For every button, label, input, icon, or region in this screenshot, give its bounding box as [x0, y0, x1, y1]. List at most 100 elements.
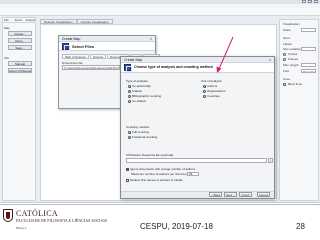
option-co-citation[interactable]: Co-citation — [128, 99, 146, 103]
maximize-icon[interactable] — [308, 0, 312, 3]
ignore-documents-option[interactable]: Ignore documents with a large number of … — [126, 167, 195, 171]
right-panel: Visualization Scale Items Labels Size va… — [279, 19, 319, 201]
reduce-first-names-checkbox[interactable] — [126, 178, 129, 182]
font-select[interactable]: Open Sans — [301, 69, 316, 73]
countries-label: Countries — [207, 94, 220, 98]
counting-method-label: Counting method: — [126, 125, 150, 129]
countries-radio[interactable] — [203, 94, 206, 98]
open-map-button[interactable]: Open... — [8, 38, 32, 43]
organizations-label: Organizations — [207, 89, 226, 93]
cancel-button[interactable]: Cancel — [257, 192, 270, 197]
footer-divider — [0, 204, 320, 205]
co-authorship-label: Co-authorship — [132, 84, 151, 88]
left-panel: File Items Analysis Map Create... Open..… — [2, 17, 36, 201]
folder-icon[interactable]: … — [268, 158, 273, 163]
logo-title: CATÓLICA — [16, 209, 58, 218]
frames-radio[interactable] — [283, 58, 286, 61]
organizations-radio[interactable] — [203, 89, 206, 93]
circles-label: Circles — [288, 52, 298, 56]
close-window-icon[interactable] — [314, 0, 318, 3]
bend-lines-label: Bend lines — [288, 82, 303, 86]
tab-file[interactable]: File — [3, 18, 14, 22]
option-fractional-counting[interactable]: Fractional counting — [128, 135, 157, 139]
thesaurus-file-input[interactable] — [126, 158, 267, 163]
dialog-header: Choose type of analysis and counting met… — [121, 63, 274, 73]
about-button[interactable]: About VOSviewer — [8, 68, 32, 73]
minimize-icon[interactable] — [302, 0, 306, 3]
next-button[interactable]: Next > — [224, 192, 237, 197]
dimensions-file-input[interactable]: C:\Users\Documents\Dimensions\2019-07-18… — [62, 65, 120, 70]
tab-items[interactable]: Items — [14, 18, 25, 22]
co-citation-label: Co-citation — [132, 99, 147, 103]
vosviewer-logo-icon — [62, 43, 70, 51]
scale-label: Scale — [283, 28, 291, 32]
items-label: Items — [283, 36, 291, 40]
catolica-logo-icon — [3, 209, 13, 222]
full-counting-label: Full counting — [132, 130, 150, 134]
bibliographic-coupling-radio[interactable] — [128, 94, 131, 98]
authors-label: Authors — [207, 84, 218, 88]
frames-label: Frames — [288, 57, 299, 61]
finish-button[interactable]: Finish — [239, 192, 252, 197]
citation-label: Citation — [132, 89, 143, 93]
visualization-label: Visualization — [283, 22, 300, 26]
reduce-first-names-option[interactable]: Reduce first names of authors to initial… — [126, 178, 183, 182]
option-citation[interactable]: Citation — [128, 89, 142, 93]
dialog-header: Select Files — [59, 42, 155, 51]
dialog-heading: Choose type of analysis and counting met… — [134, 65, 213, 69]
tab-scopus[interactable]: Scopus — [89, 54, 106, 59]
left-panel-tabs: File Items Analysis — [3, 18, 35, 23]
option-organizations[interactable]: Organizations — [203, 89, 226, 93]
ignore-documents-label: Ignore documents with a large number of … — [130, 167, 196, 171]
bibliographic-coupling-label: Bibliographic coupling — [132, 94, 162, 98]
dialog-title: Create Map — [124, 58, 143, 62]
size-variation-label: Size variation — [283, 47, 302, 51]
bend-lines-checkbox[interactable] — [283, 83, 286, 86]
vosviewer-logo-icon — [124, 64, 132, 72]
unit-of-analysis-label: Unit of analysis: — [201, 79, 223, 83]
option-bibliographic-coupling[interactable]: Bibliographic coupling — [128, 94, 161, 98]
max-length-input[interactable] — [301, 63, 316, 67]
back-button[interactable]: < Back — [209, 192, 222, 197]
logo-subtitle: FACULDADE DE FILOSOFIA E CIÊNCIAS SOCIAI… — [16, 218, 107, 223]
thesaurus-label: VOSviewer thesaurus file (optional): — [126, 153, 174, 157]
option-countries[interactable]: Countries — [203, 94, 220, 98]
citation-radio[interactable] — [128, 89, 131, 93]
co-citation-radio[interactable] — [128, 99, 131, 103]
section-map-label: Map — [4, 26, 10, 30]
create-map-button[interactable]: Create... — [8, 31, 32, 36]
window-controls — [302, 0, 318, 3]
ignore-documents-checkbox[interactable] — [126, 167, 129, 171]
dialog-heading: Select Files — [72, 44, 95, 49]
circles-radio[interactable] — [283, 53, 286, 56]
size-variation-slider[interactable] — [301, 47, 316, 51]
fractional-counting-label: Fractional counting — [132, 135, 158, 139]
tab-analysis[interactable]: Analysis — [24, 18, 35, 22]
reduce-first-names-label: Reduce first names of authors to initial… — [130, 178, 183, 182]
create-map-dialog-analysis: Create Map × Choose type of analysis and… — [120, 56, 275, 199]
manual-button[interactable]: Manual — [8, 61, 32, 66]
fractional-counting-radio[interactable] — [128, 135, 131, 139]
full-counting-radio[interactable] — [128, 130, 131, 134]
labels-label: Labels — [283, 42, 292, 46]
max-authors-label: Maximum number of authors per document: — [131, 172, 190, 176]
option-full-counting[interactable]: Full counting — [128, 130, 149, 134]
option-co-authorship[interactable]: Co-authorship — [128, 84, 151, 88]
footer-caption: CESPU, 2019-07-18 — [140, 222, 213, 231]
page-number: 28 — [296, 222, 305, 231]
option-authors[interactable]: Authors — [203, 84, 217, 88]
max-authors-input[interactable]: 25 — [187, 172, 199, 176]
dialog-title: Create Map — [62, 37, 81, 41]
scale-slider[interactable] — [301, 28, 316, 32]
dialog-button-bar: < Back Next > Finish Cancel — [121, 191, 274, 198]
font-label: Font — [283, 69, 290, 73]
max-length-label: Max. length — [283, 63, 299, 67]
lines-label: Lines — [283, 77, 291, 81]
authors-radio[interactable] — [203, 84, 206, 88]
co-authorship-radio[interactable] — [128, 84, 131, 88]
toolbar — [0, 8, 320, 16]
save-map-button[interactable]: Save... — [8, 45, 32, 50]
tab-web-of-science[interactable]: Web of Science — [62, 54, 89, 59]
section-info-label: Info — [4, 56, 10, 60]
logo-city: BRAGA — [16, 226, 27, 230]
